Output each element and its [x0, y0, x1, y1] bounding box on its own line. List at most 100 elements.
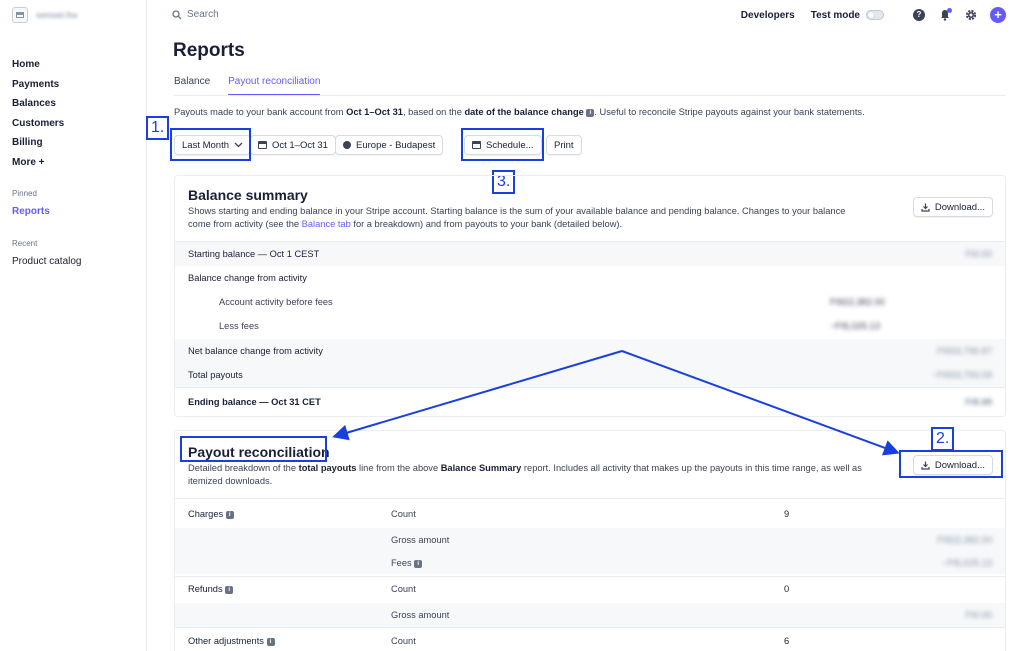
timezone-button[interactable]: Europe - Budapest	[335, 135, 444, 155]
tab-payout-reconciliation[interactable]: Payout reconciliation	[228, 76, 321, 96]
bell-icon[interactable]	[938, 8, 952, 22]
report-description: Payouts made to your bank account from O…	[174, 107, 865, 117]
sidebar-item-balances[interactable]: Balances	[12, 94, 82, 114]
charges-fees-label: Fees i	[391, 558, 423, 568]
info-icon[interactable]: i	[266, 637, 275, 646]
total-payouts-value: −Ft553,793.09	[931, 370, 992, 380]
print-button[interactable]: Print	[546, 135, 582, 155]
help-glyph: ?	[913, 9, 925, 21]
annotation-box-3	[461, 128, 544, 161]
less-fees-label: Less fees	[219, 321, 259, 331]
sidebar-item-home[interactable]: Home	[12, 55, 82, 75]
table-row: Gross amount Ft922,382.00	[175, 528, 1005, 552]
charges-count-value: 9	[784, 509, 790, 519]
sidebar-item-billing[interactable]: Billing	[12, 133, 82, 153]
print-label: Print	[554, 139, 574, 151]
desc-bold: total payouts	[298, 463, 357, 473]
table-row: Charges i Count 9	[175, 502, 1005, 526]
timezone-label: Europe - Budapest	[356, 139, 436, 151]
account-name: sensei.hu	[36, 10, 78, 20]
desc-text: report. Includes all activity that makes…	[521, 463, 862, 473]
desc-line-1: Shows starting and ending balance in you…	[188, 206, 846, 216]
annotation-number-2: 2.	[931, 427, 955, 451]
sidebar-nav: Home Payments Balances Customers Billing…	[12, 55, 82, 271]
sidebar: sensei.hu Home Payments Balances Custome…	[0, 0, 147, 651]
create-plus-button[interactable]: +	[990, 7, 1006, 23]
account-switcher[interactable]: sensei.hu	[12, 7, 78, 23]
activity-before-fees-label: Account activity before fees	[219, 297, 333, 307]
developers-link[interactable]: Developers	[741, 10, 795, 21]
annotation-box-2	[899, 450, 1003, 478]
starting-balance-label: Starting balance — Oct 1 CEST	[188, 249, 320, 259]
date-range-button[interactable]: Oct 1–Oct 31	[250, 135, 336, 155]
other-count-label: Count	[391, 636, 416, 646]
ending-balance-label: Ending balance — Oct 31 CET	[188, 397, 321, 407]
table-row: Other adjustments i Count 6	[175, 629, 1005, 651]
info-icon[interactable]: i	[414, 559, 423, 568]
desc-text: . Useful to reconcile Stripe payouts aga…	[594, 107, 865, 117]
help-icon[interactable]: ?	[912, 8, 926, 22]
other-count-value: 6	[784, 636, 790, 646]
calendar-icon	[258, 141, 267, 149]
fees-text: Fees	[391, 558, 412, 568]
desc-text: line from the above	[356, 463, 441, 473]
refunds-gross-label: Gross amount	[391, 610, 450, 620]
table-row: Refunds i Count 0	[175, 577, 1005, 601]
desc-line-2: itemized downloads.	[188, 476, 273, 486]
desc-range: Oct 1–Oct 31	[346, 107, 403, 117]
desc-bold: Balance Summary	[440, 463, 522, 473]
desc-line-2: come from activity (see the Balance tab …	[188, 218, 885, 231]
store-icon	[12, 7, 28, 23]
notification-dot	[947, 8, 952, 13]
desc-text: Detailed breakdown of the	[188, 463, 299, 473]
refunds-gross-value: Ft0.00	[965, 610, 992, 620]
desc-text: , based on the	[402, 107, 465, 117]
annotation-box-title	[180, 436, 327, 462]
net-change-label: Net balance change from activity	[188, 346, 323, 356]
test-mode-label: Test mode	[810, 9, 860, 21]
tab-balance[interactable]: Balance	[174, 76, 210, 96]
table-row: Account activity before fees Ft922,382.0…	[175, 290, 1005, 314]
tabs-divider	[174, 95, 1006, 96]
sidebar-item-payments[interactable]: Payments	[12, 75, 82, 95]
test-mode-toggle[interactable]	[866, 10, 884, 20]
search-bar[interactable]: Search	[172, 9, 219, 20]
ending-balance-value: Ft8.88	[965, 397, 992, 407]
info-icon[interactable]: i	[225, 585, 234, 594]
table-row: Ending balance — Oct 31 CET Ft8.88	[175, 388, 1005, 416]
balance-summary-title: Balance summary	[188, 187, 308, 203]
gear-icon[interactable]	[964, 8, 978, 22]
top-right-actions: Developers Test mode ? +	[741, 6, 1006, 24]
other-adjustments-text: Other adjustments	[188, 636, 264, 646]
less-fees-value: −Ft5,025.13	[830, 321, 880, 331]
refunds-count-label: Count	[391, 584, 416, 594]
info-icon[interactable]: i	[225, 510, 234, 519]
charges-count-label: Count	[391, 509, 416, 519]
refunds-text: Refunds	[188, 584, 223, 594]
balance-summary-download-button[interactable]: Download...	[912, 197, 993, 217]
desc-text: come from activity (see the	[188, 219, 302, 229]
refunds-label: Refunds i	[188, 584, 234, 594]
report-tabs: Balance Payout reconciliation	[174, 76, 321, 96]
table-row: Total payouts −Ft553,793.09	[175, 363, 1005, 387]
date-range-label: Oct 1–Oct 31	[272, 139, 328, 151]
sidebar-section-recent: Recent	[12, 238, 38, 248]
sidebar-item-customers[interactable]: Customers	[12, 114, 82, 134]
annotation-box-1	[170, 128, 251, 161]
sidebar-item-product-catalog[interactable]: Product catalog	[12, 252, 82, 272]
desc-line-1: Detailed breakdown of the total payouts …	[188, 462, 885, 475]
balance-tab-link[interactable]: Balance tab	[302, 219, 351, 229]
total-payouts-label: Total payouts	[188, 370, 243, 380]
charges-label: Charges i	[188, 509, 234, 519]
refunds-count-value: 0	[784, 584, 790, 594]
divider	[175, 627, 1005, 628]
payout-reconciliation-card: Payout reconciliation Detailed breakdown…	[174, 430, 1006, 651]
table-row: Balance change from activity	[175, 266, 1005, 290]
search-placeholder: Search	[187, 9, 219, 20]
sidebar-item-reports[interactable]: Reports	[12, 202, 82, 222]
balance-change-label: Balance change from activity	[188, 273, 307, 283]
sidebar-item-more[interactable]: More +	[12, 153, 82, 173]
table-row: Starting balance — Oct 1 CEST Ft0.00	[175, 242, 1005, 266]
download-icon	[921, 203, 930, 212]
download-label: Download...	[934, 201, 985, 213]
